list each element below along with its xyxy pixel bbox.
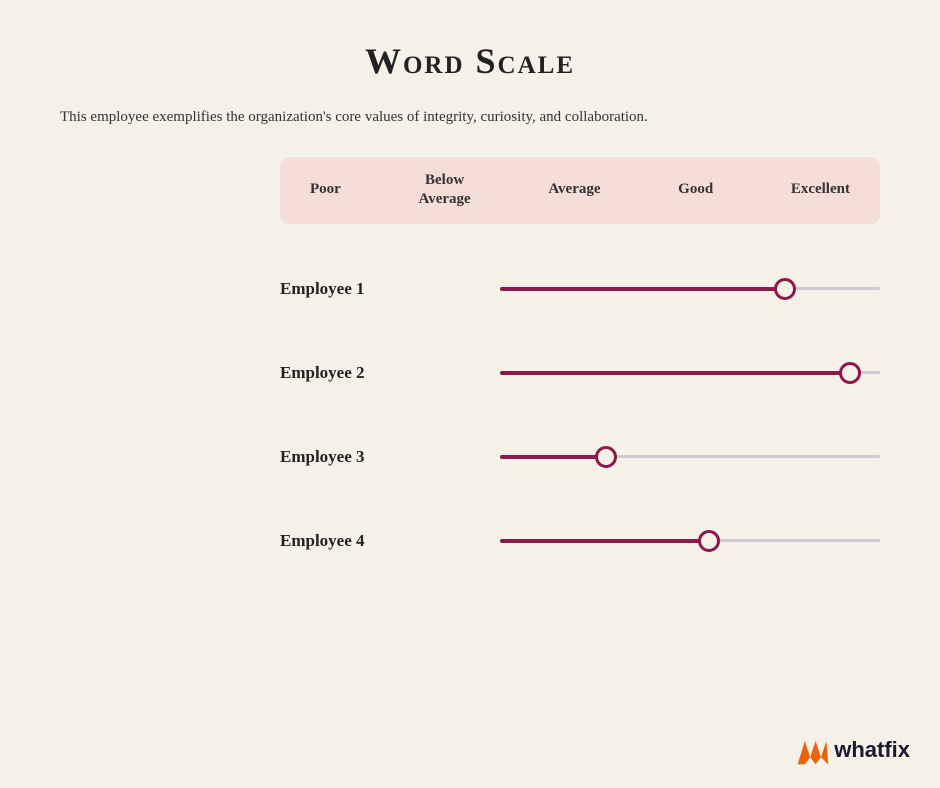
scale-section: Poor BelowAverage Average Good Excellent… [280, 157, 880, 576]
employee-1-slider[interactable] [500, 283, 880, 295]
scale-label-good: Good [678, 180, 713, 200]
whatfix-icon [794, 732, 830, 768]
slider-fill-4 [500, 539, 709, 543]
scale-label-average: Average [548, 180, 600, 200]
scale-label-poor: Poor [310, 180, 341, 200]
employee-3-slider[interactable] [500, 451, 880, 463]
slider-thumb-4 [698, 530, 720, 552]
scale-label-below-average: BelowAverage [418, 171, 470, 210]
brand-name: whatfix [834, 737, 910, 763]
employee-row-4: Employee 4 [280, 506, 880, 576]
slider-fill-2 [500, 371, 850, 375]
scale-label-excellent: Excellent [791, 180, 850, 200]
employee-row-3: Employee 3 [280, 422, 880, 492]
scale-header: Poor BelowAverage Average Good Excellent [280, 157, 880, 224]
employee-row-1: Employee 1 [280, 254, 880, 324]
employee-2-slider[interactable] [500, 367, 880, 379]
employee-3-label: Employee 3 [280, 447, 500, 467]
slider-thumb-2 [839, 362, 861, 384]
whatfix-logo: whatfix [794, 732, 910, 768]
slider-fill-1 [500, 287, 785, 291]
employees-section: Employee 1 Employee 2 Employee 3 [280, 254, 880, 576]
employee-4-slider[interactable] [500, 535, 880, 547]
page-title: Word Scale [60, 40, 880, 82]
slider-fill-3 [500, 455, 606, 459]
employee-1-label: Employee 1 [280, 279, 500, 299]
employee-row-2: Employee 2 [280, 338, 880, 408]
employee-2-label: Employee 2 [280, 363, 500, 383]
slider-thumb-3 [595, 446, 617, 468]
employee-4-label: Employee 4 [280, 531, 500, 551]
page-container: Word Scale This employee exemplifies the… [0, 0, 940, 788]
description: This employee exemplifies the organizati… [60, 106, 840, 129]
slider-thumb-1 [774, 278, 796, 300]
